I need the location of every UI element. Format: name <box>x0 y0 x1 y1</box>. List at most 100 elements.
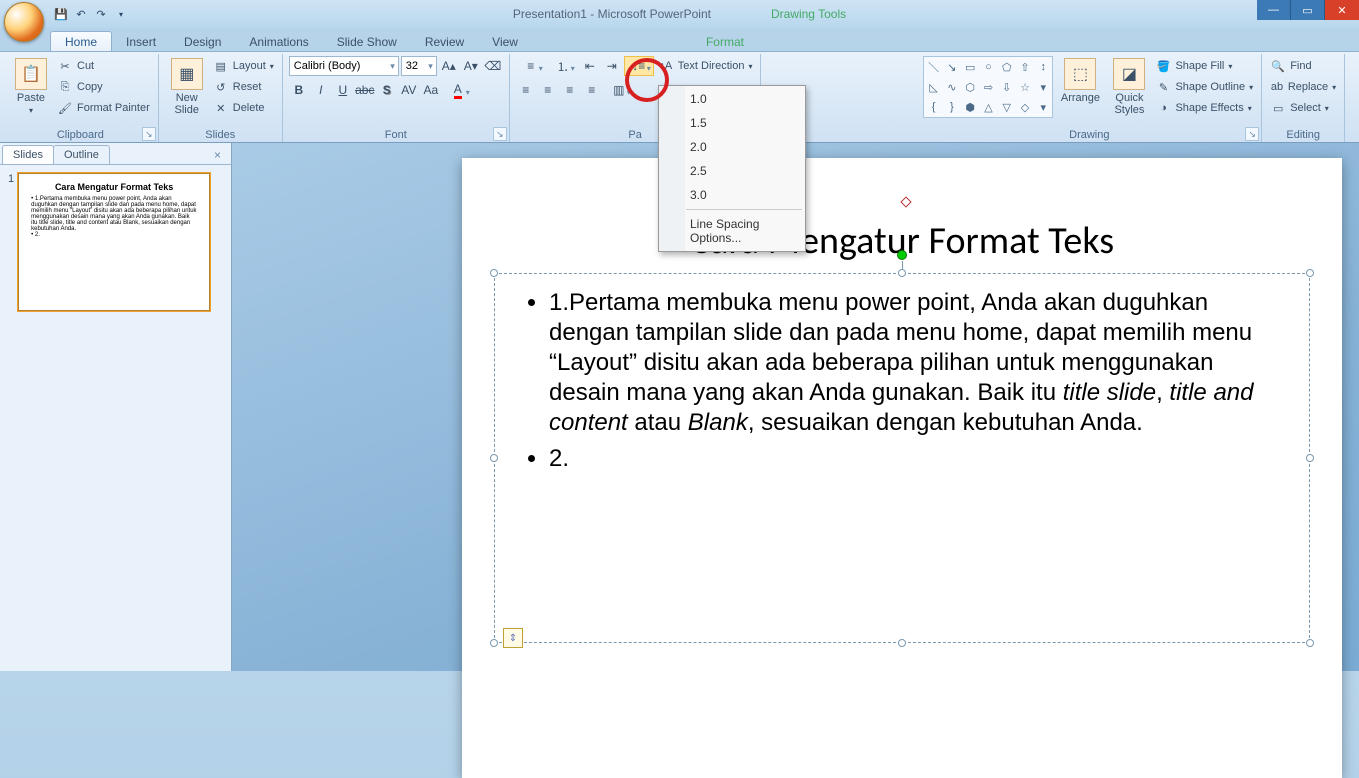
panel-close-button[interactable]: × <box>210 146 225 164</box>
qat-dropdown-icon[interactable]: ▾ <box>112 5 130 23</box>
group-label-slides: Slides <box>165 129 276 142</box>
bullets-button[interactable]: ≡ <box>516 56 546 76</box>
panel-tab-outline[interactable]: Outline <box>53 145 110 164</box>
fill-icon: 🪣 <box>1155 58 1171 74</box>
cut-button[interactable]: ✂Cut <box>55 56 152 76</box>
bold-button[interactable]: B <box>289 80 309 100</box>
spacing-options[interactable]: Line Spacing Options... <box>660 212 804 250</box>
office-button[interactable] <box>4 2 44 42</box>
rotate-handle[interactable] <box>897 250 907 260</box>
shadow-button[interactable]: S <box>377 80 397 100</box>
char-spacing-button[interactable]: AV <box>399 80 419 100</box>
select-icon: ▭ <box>1270 100 1286 116</box>
resize-handle[interactable] <box>898 639 906 647</box>
text-direction-icon: ↕A <box>658 58 674 74</box>
ribbon-tabs: Home Insert Design Animations Slide Show… <box>0 28 1359 51</box>
resize-handle[interactable] <box>490 639 498 647</box>
tab-format[interactable]: Format <box>692 32 758 51</box>
tab-design[interactable]: Design <box>170 32 235 51</box>
decrease-indent-button[interactable]: ⇤ <box>580 56 600 76</box>
tab-home[interactable]: Home <box>50 31 112 51</box>
strike-button[interactable]: abc <box>355 80 375 100</box>
layout-button[interactable]: ▤Layout▾ <box>211 56 276 76</box>
clipboard-launcher[interactable]: ↘ <box>142 127 156 141</box>
spacing-2-0[interactable]: 2.0 <box>660 135 804 159</box>
font-color-button[interactable]: A <box>443 80 473 100</box>
new-slide-icon: ▦ <box>171 58 203 90</box>
replace-icon: ab <box>1270 79 1284 95</box>
spacing-1-0[interactable]: 1.0 <box>660 87 804 111</box>
underline-button[interactable]: U <box>333 80 353 100</box>
find-button[interactable]: 🔍Find <box>1268 56 1338 76</box>
quick-styles-button[interactable]: ◪Quick Styles <box>1107 56 1151 116</box>
slides-panel: Slides Outline × 1 Cara Mengatur Format … <box>0 143 232 671</box>
line-spacing-button[interactable]: ↕≡ <box>624 56 654 76</box>
panel-tab-slides[interactable]: Slides <box>2 145 54 164</box>
font-launcher[interactable]: ↘ <box>493 127 507 141</box>
columns-button[interactable]: ▥ <box>604 80 634 100</box>
shrink-font-button[interactable]: A▾ <box>461 56 481 76</box>
autofit-options-icon[interactable]: ⇕ <box>503 628 523 648</box>
shape-outline-button[interactable]: ✎Shape Outline▾ <box>1153 77 1255 97</box>
copy-button[interactable]: ⎘Copy <box>55 77 152 97</box>
grow-font-button[interactable]: A▴ <box>439 56 459 76</box>
shapes-gallery[interactable]: ＼↘▭○⬠⇧↕ ◺∿⬡⇨⇩☆▾ {}⬢△▽◇▾ <box>923 56 1053 118</box>
new-slide-button[interactable]: ▦ New Slide <box>165 56 209 116</box>
slide-thumbnail-1[interactable]: 1 Cara Mengatur Format Teks • 1.Pertama … <box>8 173 223 311</box>
thumb-number: 1 <box>8 173 14 311</box>
numbering-button[interactable]: ⒈ <box>548 56 578 76</box>
shape-effects-button[interactable]: ◑Shape Effects▾ <box>1153 98 1255 118</box>
group-label-clipboard: Clipboard <box>9 129 152 142</box>
italic-button[interactable]: I <box>311 80 331 100</box>
spacing-1-5[interactable]: 1.5 <box>660 111 804 135</box>
resize-handle[interactable] <box>490 269 498 277</box>
paste-button[interactable]: 📋 Paste ▾ <box>9 56 53 115</box>
tab-insert[interactable]: Insert <box>112 32 170 51</box>
font-name-combo[interactable]: Calibri (Body) <box>289 56 399 76</box>
layout-icon: ▤ <box>213 58 229 74</box>
group-font: Calibri (Body) 32 A▴ A▾ ⌫ B I U abc S AV… <box>283 54 510 142</box>
group-slides: ▦ New Slide ▤Layout▾ ↺Reset ✕Delete Slid… <box>159 54 283 142</box>
change-case-button[interactable]: Aa <box>421 80 441 100</box>
minimize-button[interactable]: — <box>1257 0 1291 20</box>
increase-indent-button[interactable]: ⇥ <box>602 56 622 76</box>
tab-review[interactable]: Review <box>411 32 478 51</box>
undo-icon[interactable]: ↶ <box>72 5 90 23</box>
resize-handle[interactable] <box>490 454 498 462</box>
spacing-3-0[interactable]: 3.0 <box>660 183 804 207</box>
tab-animations[interactable]: Animations <box>235 32 322 51</box>
tab-view[interactable]: View <box>478 32 532 51</box>
close-button[interactable]: ✕ <box>1325 0 1359 20</box>
align-center-button[interactable]: ≡ <box>538 80 558 100</box>
text-direction-button[interactable]: ↕AText Direction▾ <box>656 56 755 76</box>
drawing-launcher[interactable]: ↘ <box>1245 127 1259 141</box>
replace-button[interactable]: abReplace▾ <box>1268 77 1338 97</box>
arrange-button[interactable]: ⬚Arrange <box>1055 56 1105 104</box>
maximize-button[interactable]: ▭ <box>1291 0 1325 20</box>
content-textbox[interactable]: 1.Pertama membuka menu power point, Anda… <box>494 273 1310 643</box>
select-button[interactable]: ▭Select▾ <box>1268 98 1338 118</box>
resize-handle[interactable] <box>1306 639 1314 647</box>
resize-handle[interactable] <box>1306 454 1314 462</box>
tab-slideshow[interactable]: Slide Show <box>323 32 411 51</box>
shape-fill-button[interactable]: 🪣Shape Fill▾ <box>1153 56 1255 76</box>
bullet-2[interactable]: 2. <box>549 444 1279 474</box>
redo-icon[interactable]: ↷ <box>92 5 110 23</box>
group-editing: 🔍Find abReplace▾ ▭Select▾ Editing <box>1262 54 1345 142</box>
justify-button[interactable]: ≡ <box>582 80 602 100</box>
clear-format-button[interactable]: ⌫ <box>483 56 503 76</box>
align-right-button[interactable]: ≡ <box>560 80 580 100</box>
spacing-2-5[interactable]: 2.5 <box>660 159 804 183</box>
reset-button[interactable]: ↺Reset <box>211 77 276 97</box>
format-painter-button[interactable]: 🖌Format Painter <box>55 98 152 118</box>
align-left-button[interactable]: ≡ <box>516 80 536 100</box>
bullet-1[interactable]: 1.Pertama membuka menu power point, Anda… <box>549 288 1279 438</box>
find-icon: 🔍 <box>1270 58 1286 74</box>
font-size-combo[interactable]: 32 <box>401 56 437 76</box>
reset-icon: ↺ <box>213 79 229 95</box>
group-drawing: ＼↘▭○⬠⇧↕ ◺∿⬡⇨⇩☆▾ {}⬢△▽◇▾ ⬚Arrange ◪Quick … <box>917 54 1262 142</box>
save-icon[interactable]: 💾 <box>52 5 70 23</box>
resize-handle[interactable] <box>1306 269 1314 277</box>
delete-button[interactable]: ✕Delete <box>211 98 276 118</box>
resize-handle[interactable] <box>898 269 906 277</box>
